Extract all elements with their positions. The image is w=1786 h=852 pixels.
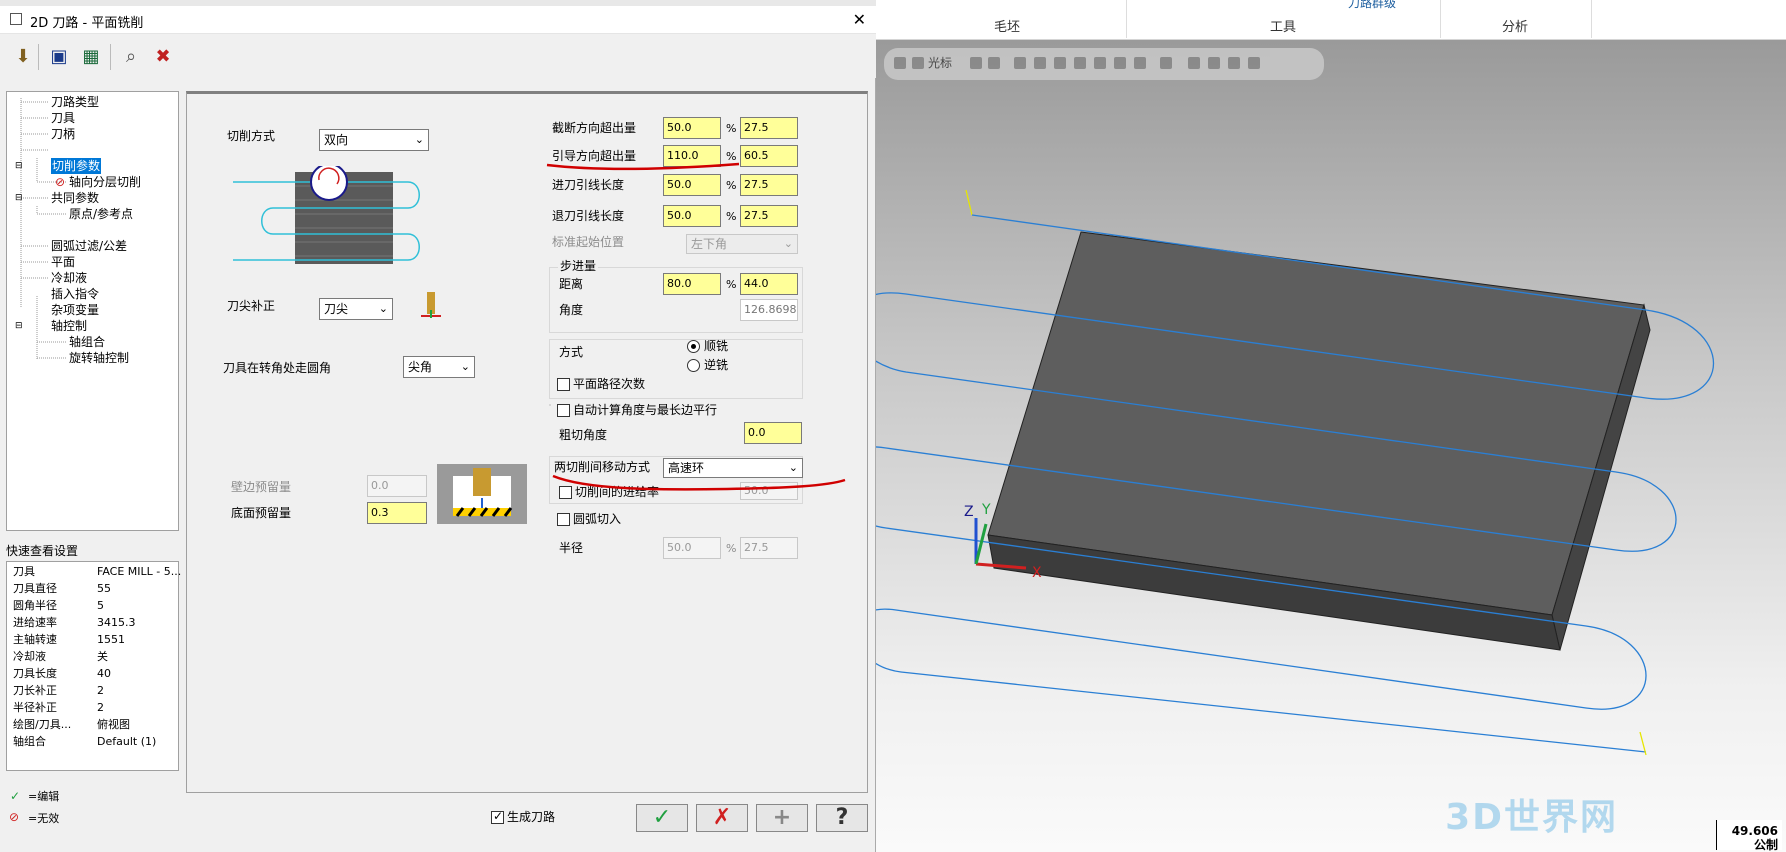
viewport-toolbar: 光标 bbox=[884, 48, 1324, 80]
ribbon-partial-label[interactable]: 刀路群级 bbox=[1348, 0, 1396, 11]
cursor-label[interactable]: 光标 bbox=[928, 54, 952, 71]
ribbon-tab-stock[interactable]: 毛坯 bbox=[994, 16, 1020, 35]
quick-row: 进给速率 3415.3 bbox=[13, 616, 136, 629]
radius-label: 半径 bbox=[559, 541, 584, 555]
quick-row: 圆角半径 5 bbox=[13, 599, 104, 612]
quick-row: 半径补正 2 bbox=[13, 701, 104, 714]
verify-icon[interactable] bbox=[1208, 57, 1220, 69]
tree-item-axis-combo[interactable]: 轴组合 bbox=[69, 334, 105, 350]
cut-params-panel: 切削方式 双向 ⌄ 刀尖补正 刀尖 ⌄ 刀具在转角处走圆角 尖角 ⌄ 壁边预留量 0.… bbox=[186, 91, 868, 793]
dialog-title: 2D 刀路 - 平面铣削 bbox=[30, 16, 144, 31]
tool-icon[interactable]: ⬇ bbox=[10, 44, 36, 70]
generate-toolpath-checkbox[interactable] bbox=[491, 809, 504, 824]
scale-value: 49.606 bbox=[1731, 824, 1778, 838]
cancel-button[interactable]: ✗ bbox=[696, 804, 748, 832]
axis-z-label: Z bbox=[964, 504, 974, 520]
ok-button[interactable]: ✓ bbox=[636, 804, 688, 832]
tree-item-home[interactable]: 原点/参考点 bbox=[69, 206, 133, 222]
quick-row: 主轴转速 1551 bbox=[13, 633, 125, 646]
tree-lines bbox=[20, 98, 67, 360]
tree-item-cut-params[interactable]: 切削参数 bbox=[51, 158, 102, 174]
delete-icon[interactable]: ✖ bbox=[150, 44, 176, 70]
ribbon-separator bbox=[1440, 0, 1441, 38]
face-icon[interactable] bbox=[1094, 57, 1106, 69]
viewport-scene: X Z Y bbox=[876, 189, 1714, 756]
radius-input[interactable]: 27.5 bbox=[740, 537, 798, 559]
generate-toolpath-label: 生成刀路 bbox=[507, 810, 556, 824]
clear-icon[interactable] bbox=[1248, 57, 1260, 69]
toolbar-separator bbox=[38, 44, 39, 70]
collapse-icon[interactable]: ⊟ bbox=[15, 158, 23, 174]
body-icon[interactable] bbox=[1134, 57, 1146, 69]
quick-row: 轴组合 Default (1) bbox=[13, 735, 157, 748]
quick-row: 刀长补正 2 bbox=[13, 684, 104, 697]
collapse-icon[interactable]: ⊟ bbox=[15, 190, 23, 206]
quick-row: 冷却液关 bbox=[13, 650, 108, 663]
add-button[interactable]: + bbox=[756, 804, 808, 832]
ribbon-separator bbox=[1591, 0, 1592, 38]
dialog-titlebar: 2D 刀路 - 平面铣削 ✕ bbox=[0, 6, 876, 34]
tree-item-linking[interactable]: 共同参数 bbox=[51, 190, 99, 206]
invalid-icon: ⊘ bbox=[55, 175, 66, 189]
ribbon: 毛坯 工具 分析 刀路群级 bbox=[876, 0, 1786, 40]
red-annotations bbox=[546, 162, 846, 491]
tree-item-arc-filter[interactable]: 圆弧过滤/公差 bbox=[51, 238, 127, 254]
toolbar-separator bbox=[110, 44, 111, 70]
legend-invalid: =无效 bbox=[28, 812, 60, 825]
grid-icon[interactable] bbox=[1160, 57, 1172, 69]
scale-unit: 公制 bbox=[1753, 838, 1778, 852]
quick-row: 刀具长度 40 bbox=[13, 667, 111, 680]
close-icon[interactable]: ✕ bbox=[853, 10, 866, 29]
tree-item-canned-text[interactable]: 插入指令 bbox=[51, 286, 99, 302]
chain-icon[interactable] bbox=[1034, 57, 1046, 69]
tree-item-axis-control[interactable]: 轴控制 bbox=[51, 318, 87, 334]
watermark: 3D世界网 bbox=[1445, 797, 1618, 838]
axis-y-label: Y bbox=[981, 502, 991, 518]
tree-item-holder[interactable]: 刀柄 bbox=[51, 126, 75, 142]
toolpath-dialog: 2D 刀路 - 平面铣削 ✕ ⬇ ▣ ▦ ⌕ ✖ 刀路类型 刀具 刀柄 ⊟ 切削… bbox=[0, 0, 876, 852]
invalid-icon: ⊘ bbox=[9, 810, 20, 824]
quick-row: 绘图/刀具... 俯视图 bbox=[13, 718, 130, 731]
preview-icon[interactable]: ⌕ bbox=[118, 44, 144, 70]
ribbon-tab-tools[interactable]: 工具 bbox=[1270, 16, 1296, 35]
graphics-viewport[interactable]: X Z Y 3D世界网 49.606 公制 bbox=[876, 40, 1786, 852]
save-all-icon[interactable]: ▦ bbox=[78, 44, 104, 70]
select-icon[interactable] bbox=[1014, 57, 1026, 69]
pan-icon[interactable] bbox=[894, 57, 906, 69]
solid-icon[interactable] bbox=[1074, 57, 1086, 69]
axis-x-label: X bbox=[1032, 565, 1042, 581]
snap-icon[interactable] bbox=[970, 57, 982, 69]
reset-icon[interactable] bbox=[1228, 57, 1240, 69]
point-icon[interactable] bbox=[988, 57, 1000, 69]
radius-pct-input[interactable]: 50.0 bbox=[663, 537, 721, 559]
app-icon bbox=[10, 13, 22, 25]
save-icon[interactable]: ▣ bbox=[46, 44, 72, 70]
tree-item-toolpath-type[interactable]: 刀路类型 bbox=[51, 94, 99, 110]
filter-icon[interactable] bbox=[1188, 57, 1200, 69]
edge-icon[interactable] bbox=[1114, 57, 1126, 69]
tree-item-tool[interactable]: 刀具 bbox=[51, 110, 75, 126]
dialog-toolbar: ⬇ ▣ ▦ ⌕ ✖ bbox=[0, 34, 876, 78]
tree-item-depth-cuts[interactable]: 轴向分层切削 bbox=[69, 174, 141, 190]
tree-item-misc-values[interactable]: 杂项变量 bbox=[51, 302, 99, 318]
quick-view-title: 快速查看设置 bbox=[6, 544, 79, 558]
cursor-icon[interactable] bbox=[912, 57, 924, 69]
ribbon-separator bbox=[1126, 0, 1127, 38]
help-button[interactable]: ? bbox=[816, 804, 868, 832]
parameter-tree: 刀路类型 刀具 刀柄 ⊟ 切削参数 ⊘ 轴向分层切削 ⊟ 共同参数 原点/参考点… bbox=[6, 91, 179, 531]
collapse-icon[interactable]: ⊟ bbox=[15, 318, 23, 334]
percent-sign: % bbox=[726, 542, 737, 555]
arc-entry-checkbox[interactable] bbox=[557, 513, 570, 526]
scale-indicator: 49.606 公制 bbox=[1716, 820, 1782, 852]
ribbon-tab-analysis[interactable]: 分析 bbox=[1502, 16, 1528, 35]
legend-edit: =编辑 bbox=[28, 790, 60, 803]
tree-item-planes[interactable]: 平面 bbox=[51, 254, 75, 270]
quick-view-panel: 刀具 FACE MILL - 5... 刀具直径 55 圆角半径 5 进给速率 3415… bbox=[6, 561, 182, 771]
quick-row: 刀具 FACE MILL - 5... bbox=[13, 565, 182, 578]
quick-row: 刀具直径 55 bbox=[13, 582, 111, 595]
tree-item-coolant[interactable]: 冷却液 bbox=[51, 270, 87, 286]
check-icon: ✓ bbox=[10, 789, 21, 803]
window-icon[interactable] bbox=[1054, 57, 1066, 69]
tree-item-rotary-axis[interactable]: 旋转轴控制 bbox=[69, 350, 129, 366]
